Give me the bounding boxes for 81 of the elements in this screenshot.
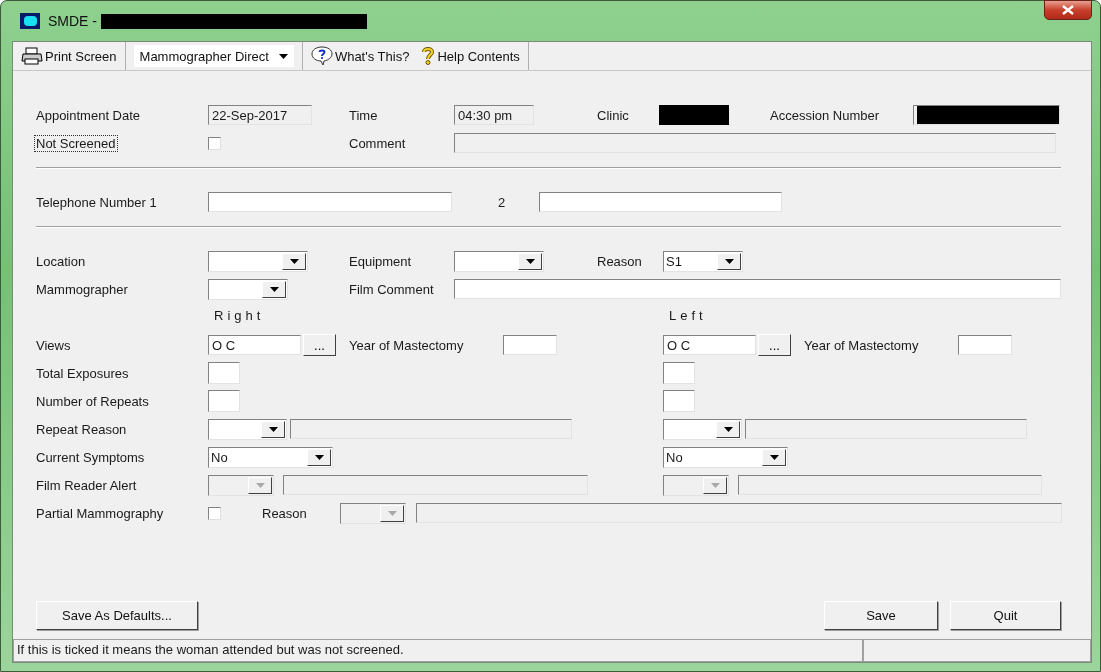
reason-dropdown[interactable] bbox=[663, 418, 742, 440]
number-field[interactable] bbox=[663, 362, 695, 384]
note-field[interactable] bbox=[283, 475, 588, 495]
toolbar-button[interactable]: Print Screen bbox=[17, 43, 121, 69]
status-message: If this is ticked it means the woman attended but was not screened. bbox=[13, 640, 863, 662]
question-bubble-icon bbox=[310, 46, 333, 66]
views-field[interactable]: O C bbox=[208, 335, 301, 355]
window-title: SMDE - bbox=[48, 13, 98, 29]
number-field[interactable] bbox=[663, 390, 695, 412]
field-label: Reason bbox=[596, 252, 643, 270]
field-label: Reason bbox=[261, 504, 308, 522]
checkbox[interactable] bbox=[208, 506, 221, 520]
field-label: Clinic bbox=[596, 106, 630, 124]
caret-icon bbox=[387, 510, 397, 516]
location-dropdown[interactable] bbox=[208, 250, 308, 272]
number-field[interactable] bbox=[208, 390, 240, 412]
views-field[interactable]: O C bbox=[663, 335, 756, 355]
caret-icon bbox=[289, 258, 299, 264]
views-picker-button[interactable]: ... bbox=[303, 334, 336, 356]
caret-icon bbox=[269, 286, 279, 292]
phone-field[interactable] bbox=[208, 192, 452, 212]
symptoms-dropdown[interactable]: No bbox=[208, 446, 333, 468]
field-label: Year of Mastectomy bbox=[803, 336, 920, 354]
caret-icon bbox=[710, 482, 720, 488]
caret-icon bbox=[525, 258, 535, 264]
checkbox[interactable] bbox=[208, 136, 221, 150]
caret-icon bbox=[723, 426, 733, 432]
side-heading: Right bbox=[213, 307, 265, 323]
close-button[interactable] bbox=[1044, 0, 1092, 20]
views-picker-button[interactable]: ... bbox=[758, 334, 791, 356]
field-label: Repeat Reason bbox=[35, 420, 128, 438]
caret-icon bbox=[769, 454, 779, 460]
field-label: Partial Mammography bbox=[35, 504, 165, 522]
note-field[interactable] bbox=[290, 419, 572, 439]
save-defaults-button[interactable]: Save As Defaults... bbox=[36, 601, 198, 630]
year-field[interactable] bbox=[958, 335, 1012, 355]
save-button[interactable]: Save bbox=[824, 601, 938, 630]
mode-dropdown[interactable]: Mammographer Direct bbox=[133, 45, 294, 67]
note-field[interactable] bbox=[745, 419, 1027, 439]
number-field[interactable] bbox=[208, 362, 240, 384]
close-icon bbox=[1062, 5, 1074, 15]
symptoms-dropdown[interactable]: No bbox=[663, 446, 788, 468]
equipment-dropdown[interactable] bbox=[454, 250, 544, 272]
field-label: Comment bbox=[348, 134, 407, 152]
caret-icon bbox=[255, 482, 265, 488]
mammographer-dropdown[interactable] bbox=[208, 278, 288, 300]
field-label: Appointment Date bbox=[35, 106, 142, 124]
reason-dropdown[interactable] bbox=[208, 418, 287, 440]
reason-dropdown[interactable]: S1 bbox=[663, 250, 743, 272]
field-label: Equipment bbox=[348, 252, 413, 270]
caret-icon bbox=[724, 258, 734, 264]
field-label: Views bbox=[35, 336, 72, 354]
phone-field[interactable] bbox=[539, 192, 782, 212]
year-field[interactable] bbox=[503, 335, 557, 355]
field-label: Not Screened bbox=[34, 134, 118, 152]
field-label: Film Comment bbox=[348, 280, 435, 298]
field-label: Number of Repeats bbox=[35, 392, 150, 410]
date-field[interactable]: 22-Sep-2017 bbox=[208, 105, 312, 125]
field-label: Telephone Number 1 bbox=[35, 193, 158, 211]
field-label: Current Symptoms bbox=[35, 448, 146, 466]
field-label: Location bbox=[35, 252, 87, 270]
caret-icon bbox=[278, 53, 288, 59]
field-label: 2 bbox=[497, 193, 507, 211]
field-label: Total Exposures bbox=[35, 364, 130, 382]
printer-icon bbox=[21, 47, 43, 65]
side-heading: Left bbox=[668, 307, 707, 323]
field-label: Year of Mastectomy bbox=[348, 336, 465, 354]
film-comment-field[interactable] bbox=[454, 279, 1061, 299]
quit-button[interactable]: Quit bbox=[950, 601, 1061, 630]
caret-icon bbox=[268, 426, 278, 432]
field-label: Time bbox=[348, 106, 379, 124]
app-icon bbox=[20, 13, 40, 29]
help-icon bbox=[421, 47, 436, 65]
toolbar-button[interactable]: What's This? bbox=[306, 43, 414, 69]
field-label: Mammographer bbox=[35, 280, 129, 298]
time-field[interactable]: 04:30 pm bbox=[454, 105, 534, 125]
toolbar-button[interactable]: Help Contents bbox=[417, 43, 524, 69]
field-label: Film Reader Alert bbox=[35, 476, 138, 494]
note-field[interactable] bbox=[738, 475, 1042, 495]
caret-icon bbox=[314, 454, 324, 460]
field-label: Accession Number bbox=[769, 106, 881, 124]
